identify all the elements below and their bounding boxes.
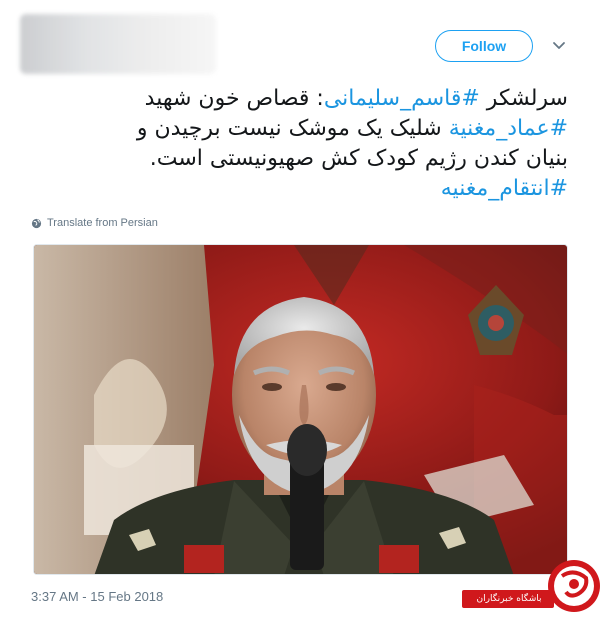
tweet-text-segment: : قصاص خون شهید <box>144 86 324 111</box>
blurred-author-info <box>20 14 216 74</box>
tweet-timestamp[interactable]: 3:37 AM - 15 Feb 2018 <box>31 589 163 604</box>
watermark-label: باشگاه خبرنگاران <box>476 594 542 604</box>
tweet-text-segment: بنیان کندن رژیم کودک کش صهیونیستی است. <box>149 146 568 171</box>
tweet-media-photo[interactable] <box>33 244 568 575</box>
portrait-photo <box>34 245 567 574</box>
watermark-logo: باشگاه خبرنگاران <box>462 558 600 613</box>
hashtag-link-revenge[interactable]: #انتقام_مغنیه <box>441 176 568 201</box>
translate-link[interactable]: Translate from Persian <box>31 215 158 231</box>
translate-label: Translate from Persian <box>47 217 158 229</box>
tweet-text-segment: سرلشکر <box>479 86 568 111</box>
tweet-card: Follow سرلشکر #قاسم_سلیمانی: قصاص خون شه… <box>0 0 600 613</box>
hashtag-link-soleimani[interactable]: #قاسم_سلیمانی <box>324 86 480 111</box>
hashtag-link-imad[interactable]: #عماد_مغنیة <box>449 116 568 141</box>
follow-button[interactable]: Follow <box>435 30 533 62</box>
tweet-text-segment: شلیک یک موشک نیست برچیدن و <box>136 116 449 141</box>
globe-icon <box>31 218 42 228</box>
chevron-down-icon[interactable] <box>549 36 569 56</box>
tweet-text: سرلشکر #قاسم_سلیمانی: قصاص خون شهید #عماد… <box>20 84 568 204</box>
